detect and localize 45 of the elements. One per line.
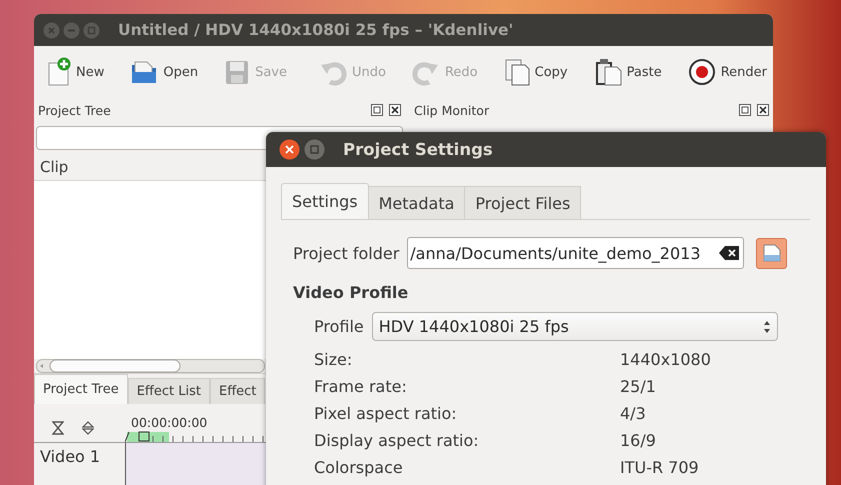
close-icon[interactable]: [279, 139, 300, 160]
property-value: ITU-R 709: [620, 458, 700, 477]
record-icon: [686, 57, 717, 87]
property-value: 16/9: [620, 431, 657, 450]
property-label: Display aspect ratio:: [314, 431, 480, 450]
property-label: Pixel aspect ratio:: [314, 404, 458, 423]
property-value: 4/3: [620, 404, 647, 423]
property-label: Colorspace: [314, 458, 404, 477]
dialog-tab[interactable]: Settings: [281, 183, 369, 219]
panel-title: Clip Monitor: [414, 102, 490, 118]
float-icon[interactable]: [371, 104, 383, 116]
paste-button[interactable]: Paste: [588, 55, 666, 89]
new-button[interactable]: New: [40, 55, 108, 89]
panel-tab[interactable]: Project Tree: [34, 374, 128, 404]
clear-text-icon[interactable]: [719, 246, 740, 260]
document-icon: [760, 243, 783, 263]
maximize-icon: [83, 22, 100, 38]
dialog-tab[interactable]: Metadata: [368, 186, 466, 219]
close-icon: [43, 22, 60, 38]
field-label: Profile: [314, 317, 364, 336]
panel-tab[interactable]: Effect: [210, 378, 266, 404]
panel-title: Project Tree: [38, 102, 112, 118]
copy-button[interactable]: Copy: [498, 55, 572, 89]
property-value: 1440x1080: [620, 350, 712, 369]
render-button[interactable]: Render: [682, 55, 771, 89]
open-button[interactable]: Open: [125, 55, 202, 89]
close-icon[interactable]: [757, 104, 769, 116]
section-heading: Video Profile: [292, 283, 410, 302]
property-label: Size:: [314, 350, 354, 369]
property-value: 25/1: [620, 377, 657, 396]
browse-folder-button[interactable]: [756, 238, 788, 268]
expand-arrows-icon[interactable]: [82, 421, 94, 435]
window-title: Untitled / HDV 1440x1080i 25 fps – 'Kdenlive': [118, 21, 514, 39]
float-icon[interactable]: [739, 104, 751, 116]
spinner-arrows-icon: [762, 320, 771, 332]
close-icon[interactable]: [389, 104, 401, 116]
copy-pages-icon: [502, 57, 531, 87]
profile-dropdown[interactable]: HDV 1440x1080i 25 fps: [372, 312, 778, 341]
property-label: Frame rate:: [314, 377, 408, 396]
folder-input-field[interactable]: /anna/Documents/unite_demo_2013: [407, 237, 744, 269]
panel-tab[interactable]: Effect List: [128, 378, 210, 404]
field-label: Project folder: [293, 244, 400, 262]
timecode: 00:00:00:00: [131, 415, 208, 430]
dialog-tab[interactable]: Project Files: [464, 186, 582, 219]
minimize-icon: [63, 22, 80, 38]
